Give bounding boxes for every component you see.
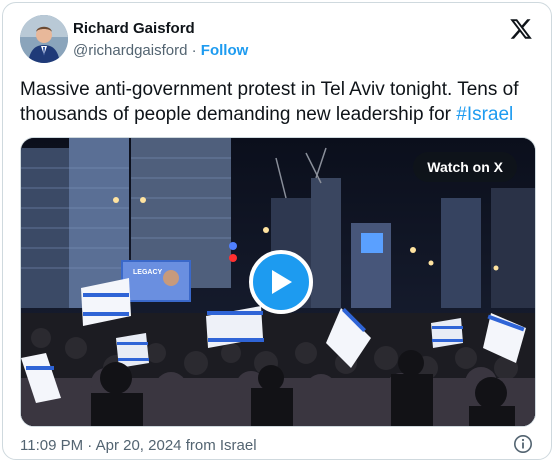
screen-text: LEGACY <box>133 269 163 276</box>
tweet-body: Massive anti-government protest in Tel A… <box>20 79 519 125</box>
follow-button[interactable]: Follow <box>201 42 249 59</box>
play-button[interactable] <box>249 250 313 314</box>
tweet-date: Apr 20, 2024 <box>95 437 182 454</box>
handle-separator: · <box>191 42 197 59</box>
author-avatar[interactable] <box>20 15 68 63</box>
author-name[interactable]: Richard Gaisford <box>73 20 195 37</box>
tweet-text: Massive anti-government protest in Tel A… <box>20 77 540 127</box>
avatar-image <box>20 15 68 63</box>
tweet-time: 11:09 PM <box>20 437 84 454</box>
tweet-location: from Israel <box>185 437 257 454</box>
tweet-card: Richard Gaisford @richardgaisford · Foll… <box>2 2 552 460</box>
info-icon[interactable] <box>513 434 533 454</box>
timestamp-separator: · <box>87 437 93 454</box>
author-handle-row: @richardgaisford · Follow <box>73 42 248 59</box>
video-media[interactable]: LEGACY Watch on X <box>20 137 536 427</box>
watch-on-x-button[interactable]: Watch on X <box>413 152 517 182</box>
hashtag-link[interactable]: #Israel <box>456 104 513 125</box>
x-logo-icon[interactable] <box>509 17 533 41</box>
play-icon <box>272 270 292 294</box>
author-handle[interactable]: @richardgaisford <box>73 42 187 59</box>
tweet-timestamp[interactable]: 11:09 PM · Apr 20, 2024 from Israel <box>20 437 257 454</box>
